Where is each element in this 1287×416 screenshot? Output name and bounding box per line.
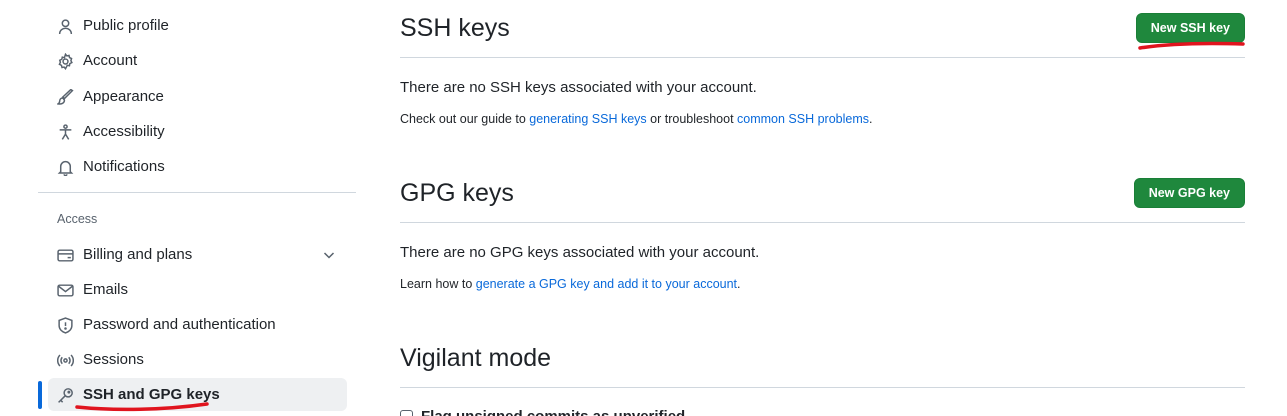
sidebar-item-accessibility[interactable]: Accessibility xyxy=(48,115,347,148)
note-text: Learn how to xyxy=(400,277,476,291)
gear-icon xyxy=(56,52,74,70)
key-icon xyxy=(56,386,74,404)
credit-card-icon xyxy=(56,246,74,264)
new-ssh-key-button[interactable]: New SSH key xyxy=(1135,13,1245,43)
sidebar-item-password-auth[interactable]: Password and authentication xyxy=(48,308,347,341)
note-text: . xyxy=(737,277,741,291)
section-divider xyxy=(400,222,1245,223)
chevron-down-icon[interactable] xyxy=(321,247,337,263)
active-indicator xyxy=(38,381,42,409)
gpg-keys-title: GPG keys xyxy=(400,179,514,207)
generating-ssh-keys-link[interactable]: generating SSH keys xyxy=(529,112,646,126)
sidebar-item-label: Notifications xyxy=(83,158,165,175)
broadcast-icon xyxy=(56,351,74,369)
common-ssh-problems-link[interactable]: common SSH problems xyxy=(737,112,869,126)
sidebar-item-label: Sessions xyxy=(83,351,144,368)
vigilant-mode-option: Flag unsigned commits as unverified xyxy=(400,408,685,416)
sidebar-item-billing[interactable]: Billing and plans xyxy=(48,238,347,271)
ssh-empty-message: There are no SSH keys associated with yo… xyxy=(400,79,757,96)
sidebar-item-label: Account xyxy=(83,52,138,69)
gpg-empty-message: There are no GPG keys associated with yo… xyxy=(400,244,760,261)
person-icon xyxy=(56,17,74,35)
sidebar-item-ssh-gpg-keys[interactable]: SSH and GPG keys xyxy=(48,378,347,411)
sidebar-item-label: Password and authentication xyxy=(83,316,276,333)
sidebar-item-public-profile[interactable]: Public profile xyxy=(48,9,347,42)
bell-icon xyxy=(56,158,74,176)
accessibility-icon xyxy=(56,123,74,141)
sidebar-item-label: Accessibility xyxy=(83,123,165,140)
section-divider xyxy=(400,387,1245,388)
sidebar-item-notifications[interactable]: Notifications xyxy=(48,150,347,183)
note-text: or troubleshoot xyxy=(646,112,738,126)
note-text: Check out our guide to xyxy=(400,112,530,126)
sidebar-section-heading: Access xyxy=(57,212,98,226)
checkbox-label: Flag unsigned commits as unverified xyxy=(421,408,685,416)
ssh-keys-title: SSH keys xyxy=(400,14,510,42)
gpg-help-note: Learn how to generate a GPG key and add … xyxy=(400,277,741,291)
sidebar-item-sessions[interactable]: Sessions xyxy=(48,343,347,376)
sidebar-divider xyxy=(38,192,356,193)
sidebar-item-account[interactable]: Account xyxy=(48,44,347,77)
new-gpg-key-button[interactable]: New GPG key xyxy=(1133,178,1245,208)
note-text: . xyxy=(869,112,873,126)
paintbrush-icon xyxy=(56,88,74,106)
sidebar-item-appearance[interactable]: Appearance xyxy=(48,80,347,113)
generate-gpg-key-link[interactable]: generate a GPG key and add it to your ac… xyxy=(476,277,737,291)
settings-sidebar: Public profile Account Appearance Access… xyxy=(38,0,356,416)
ssh-help-note: Check out our guide to generating SSH ke… xyxy=(400,112,873,126)
sidebar-item-label: Appearance xyxy=(83,88,164,105)
vigilant-mode-title: Vigilant mode xyxy=(400,344,552,372)
sidebar-item-emails[interactable]: Emails xyxy=(48,273,347,306)
sidebar-item-label: Billing and plans xyxy=(83,246,193,263)
sidebar-item-label: SSH and GPG keys xyxy=(83,386,220,403)
shield-icon xyxy=(56,316,74,334)
flag-unsigned-commits-checkbox[interactable] xyxy=(400,410,413,416)
main-content: SSH keys New SSH key There are no SSH ke… xyxy=(400,0,1245,416)
mail-icon xyxy=(56,281,74,299)
section-divider xyxy=(400,57,1245,58)
sidebar-item-label: Public profile xyxy=(83,17,169,34)
sidebar-item-label: Emails xyxy=(83,281,129,298)
